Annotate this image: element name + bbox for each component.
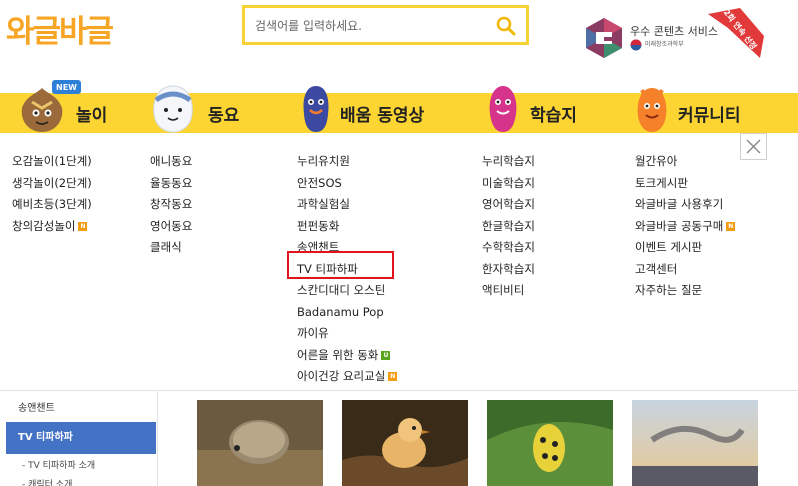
menu-link[interactable]: 누리유치원 bbox=[297, 151, 397, 173]
search-input[interactable] bbox=[255, 15, 485, 37]
menu-link[interactable]: 누리학습지 bbox=[482, 151, 535, 173]
menu-link[interactable]: 와글바글 사용후기 bbox=[635, 194, 735, 216]
menu-link[interactable]: 영어동요 bbox=[150, 216, 192, 238]
worksheet-mascot-icon bbox=[489, 86, 517, 132]
update-u-badge: U bbox=[381, 350, 391, 360]
menu-link[interactable]: 수학학습지 bbox=[482, 237, 535, 259]
video-thumbnail-birds[interactable] bbox=[632, 400, 758, 486]
menu-link[interactable]: 액티비티 bbox=[482, 280, 535, 302]
nav-community-label: 커뮤니티 bbox=[678, 105, 741, 126]
mega-menu-dropdown: 오감놀이(1단계) 생각놀이(2단계) 예비초등(3단계) 창의감성놀이 N 애니… bbox=[0, 133, 798, 391]
menu-link[interactable]: 월간유아 bbox=[635, 151, 735, 173]
video-thumbnail-hedgehog[interactable] bbox=[197, 400, 323, 486]
nav-play-label: 놀이 bbox=[76, 105, 108, 126]
new-n-badge: N bbox=[388, 372, 398, 381]
menu-link-adult-story[interactable]: 어른을 위한 동화 U bbox=[297, 345, 397, 367]
menu-link[interactable]: 자주하는 질문 bbox=[635, 280, 735, 302]
nav-learning-video-label: 배움 동영상 bbox=[340, 105, 425, 126]
menu-link-creative[interactable]: 창의감성놀이 N bbox=[12, 216, 92, 238]
selection-highlight-box bbox=[287, 251, 394, 279]
song-mascot-icon bbox=[153, 85, 193, 133]
nav-learning-video[interactable]: 배움 동영상 bbox=[340, 93, 424, 133]
nav-worksheet-label: 학습지 bbox=[530, 105, 577, 126]
close-icon[interactable] bbox=[740, 133, 767, 160]
new-badge: NEW bbox=[52, 80, 81, 94]
nav-song[interactable]: 동요 bbox=[208, 93, 239, 133]
menu-col-song: 애니동요 율동동요 창작동요 영어동요 클래식 bbox=[150, 151, 192, 259]
video-thumbnail-chick[interactable] bbox=[342, 400, 468, 486]
menu-link-label: 와글바글 공동구매 bbox=[635, 218, 724, 233]
menu-link[interactable]: 한글학습지 bbox=[482, 216, 535, 238]
menu-link[interactable]: 안전SOS bbox=[297, 173, 397, 195]
menu-link[interactable]: 스칸디대디 오스틴 bbox=[297, 280, 397, 302]
menu-link[interactable]: 토크게시판 bbox=[635, 173, 735, 195]
menu-link[interactable]: 애니동요 bbox=[150, 151, 192, 173]
menu-link-group-buy[interactable]: 와글바글 공동구매 N bbox=[635, 216, 736, 238]
side-menu: 송앤챈트 TV 티파하파 - TV 티파하파 소개 - 캐릭터 소개 bbox=[0, 391, 158, 486]
menu-link-label: 창의감성놀이 bbox=[12, 218, 76, 233]
search-icon[interactable] bbox=[494, 14, 518, 38]
video-thumbnail-ladybug[interactable] bbox=[487, 400, 613, 486]
menu-link[interactable]: 생각놀이(2단계) bbox=[12, 173, 92, 195]
menu-link[interactable]: 까이유 bbox=[297, 323, 397, 345]
side-item-songchant[interactable]: 송앤챈트 bbox=[18, 399, 55, 414]
nav-worksheet[interactable]: 학습지 bbox=[530, 93, 577, 133]
menu-link-label: 어른을 위한 동화 bbox=[297, 347, 379, 362]
ministry-emblem-icon bbox=[630, 39, 642, 51]
award-ministry: 미래창조과학부 bbox=[645, 41, 684, 48]
side-subitem-intro[interactable]: - TV 티파하파 소개 bbox=[22, 458, 95, 471]
menu-link[interactable]: Badanamu Pop bbox=[297, 302, 397, 324]
menu-link[interactable]: 과학실험실 bbox=[297, 194, 397, 216]
menu-link[interactable]: 이벤트 게시판 bbox=[635, 237, 735, 259]
nav-community[interactable]: 커뮤니티 bbox=[678, 93, 741, 133]
award-logo-icon bbox=[586, 18, 622, 58]
menu-link[interactable]: 고객센터 bbox=[635, 259, 735, 281]
site-logo[interactable]: 와글바글 bbox=[6, 6, 148, 50]
menu-link[interactable]: 펀펀동화 bbox=[297, 216, 397, 238]
menu-col-community: 월간유아 토크게시판 와글바글 사용후기 와글바글 공동구매 N 이벤트 게시판 … bbox=[635, 151, 736, 302]
menu-link[interactable]: 예비초등(3단계) bbox=[12, 194, 92, 216]
side-item-tv-tipahapa-active[interactable]: TV 티파하파 bbox=[6, 422, 156, 454]
menu-link[interactable]: 한자학습지 bbox=[482, 259, 535, 281]
menu-link[interactable]: 클래식 bbox=[150, 237, 192, 259]
new-n-badge: N bbox=[726, 221, 736, 231]
menu-link[interactable]: 율동동요 bbox=[150, 173, 192, 195]
menu-col-worksheet: 누리학습지 미술학습지 영어학습지 한글학습지 수학학습지 한자학습지 액티비티 bbox=[482, 151, 535, 302]
menu-link[interactable]: 미술학습지 bbox=[482, 173, 535, 195]
new-n-badge: N bbox=[78, 221, 88, 231]
menu-col-play: 오감놀이(1단계) 생각놀이(2단계) 예비초등(3단계) 창의감성놀이 N bbox=[12, 151, 92, 237]
video-mascot-icon bbox=[303, 86, 329, 132]
menu-link[interactable]: 영어학습지 bbox=[482, 194, 535, 216]
side-subitem-character[interactable]: - 캐릭터 소개 bbox=[22, 477, 72, 486]
menu-link[interactable]: 창작동요 bbox=[150, 194, 192, 216]
award-badge: 우수 콘텐츠 서비스 미래창조과학부 2회 연속 선정 bbox=[582, 8, 772, 64]
menu-link-cooking[interactable]: 아이건강 요리교실 N bbox=[297, 366, 398, 388]
community-mascot-icon bbox=[637, 88, 667, 132]
menu-link[interactable]: 오감놀이(1단계) bbox=[12, 151, 92, 173]
logo-text: 와글바글 bbox=[6, 13, 114, 50]
search-box bbox=[242, 5, 529, 45]
award-ribbon: 2회 연속 선정 bbox=[700, 8, 768, 62]
nav-play[interactable]: 놀이 bbox=[76, 93, 107, 133]
nav-song-label: 동요 bbox=[208, 105, 240, 126]
menu-link-label: 아이건강 요리교실 bbox=[297, 369, 386, 383]
